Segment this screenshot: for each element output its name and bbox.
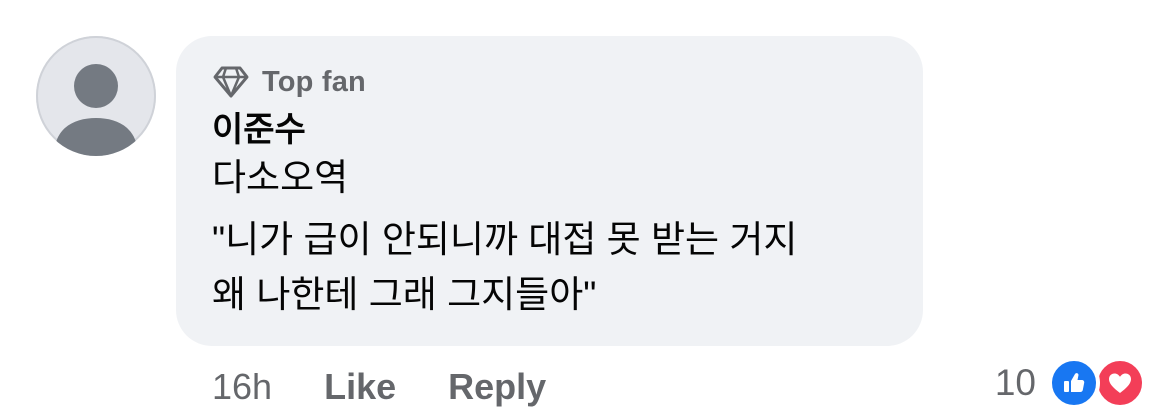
comment-actions: 16h Like Reply <box>212 362 546 412</box>
love-icon <box>1094 357 1146 409</box>
author-name[interactable]: 이준수 <box>212 108 306 152</box>
badge-label: Top fan <box>262 65 366 98</box>
diamond-icon <box>213 66 249 98</box>
top-fan-badge[interactable]: Top fan <box>212 62 366 102</box>
avatar[interactable] <box>36 36 156 156</box>
timestamp[interactable]: 16h <box>212 366 272 408</box>
reply-button[interactable]: Reply <box>448 366 546 408</box>
reaction-count: 10 <box>994 362 1036 403</box>
comment-text-line: 왜 나한테 그래 그지들아" <box>212 274 597 315</box>
comment-text-line: "니가 급이 안되니까 대접 못 받는 거지 <box>212 219 798 260</box>
default-avatar-icon <box>54 64 138 156</box>
like-button[interactable]: Like <box>324 366 396 408</box>
reaction-icons <box>1048 356 1148 410</box>
like-icon <box>1048 357 1100 409</box>
reaction-summary[interactable]: 10 <box>995 356 1148 410</box>
comment-text-line: 다소오역 <box>212 157 349 198</box>
